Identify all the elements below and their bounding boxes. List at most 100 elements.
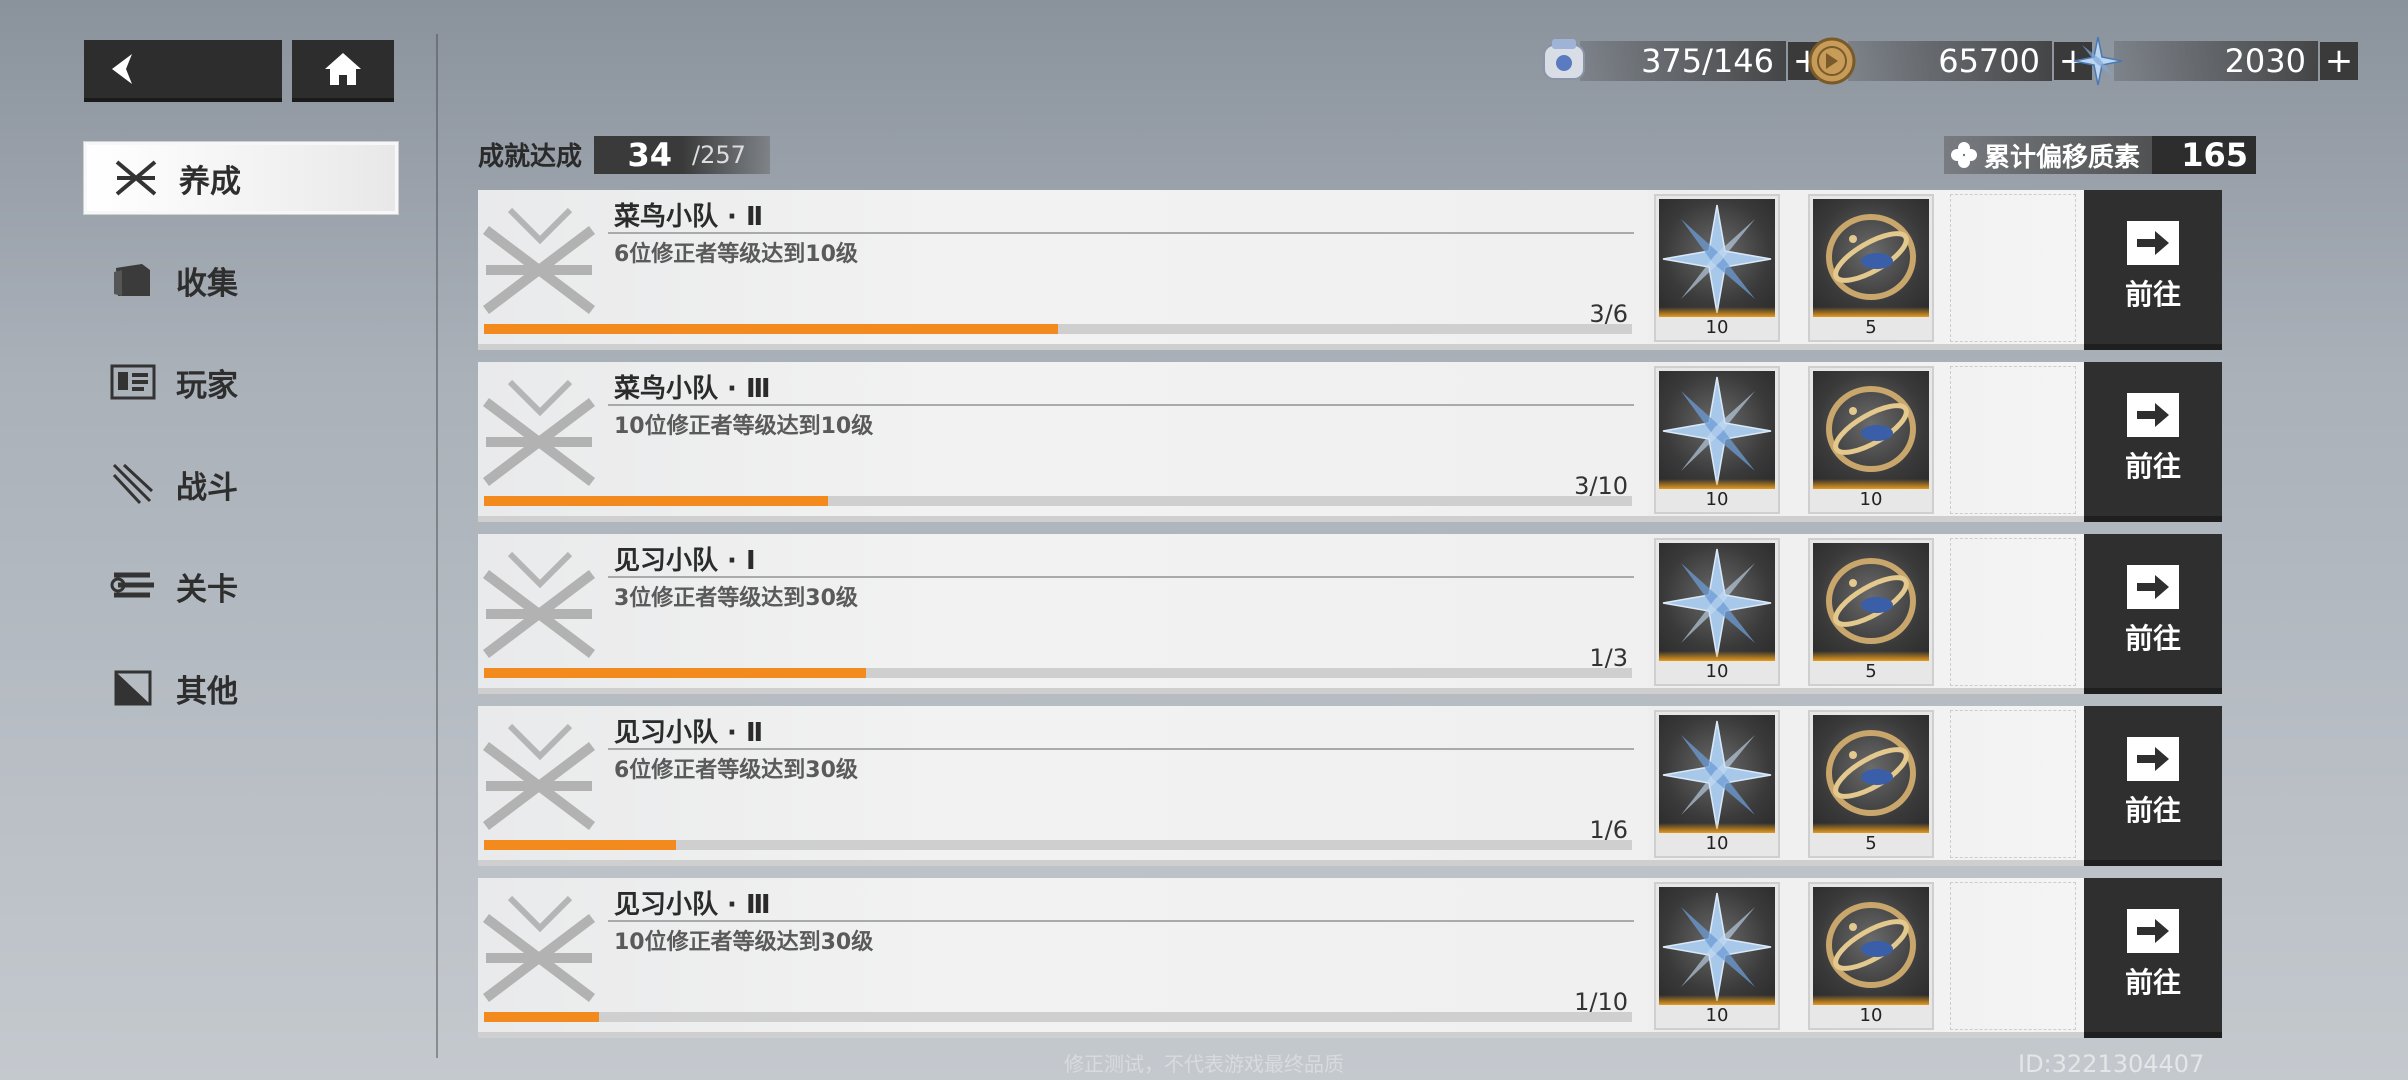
reward-ring[interactable]: 5 <box>1808 538 1934 686</box>
reward-list: 10 10 <box>1648 362 2084 522</box>
goto-button[interactable]: 前往 <box>2084 362 2222 522</box>
coin-value: 65700 <box>1848 41 2052 81</box>
achievement-row: 菜鸟小队 · Ⅱ 6位修正者等级达到10级 3/6 10 5 前往 <box>478 190 2254 350</box>
reward-ring[interactable]: 5 <box>1808 194 1934 342</box>
ring-artifact-icon <box>1813 887 1929 1005</box>
progress-bar <box>484 668 1632 678</box>
achievement-info: 见习小队 · Ⅲ 10位修正者等级达到30级 1/10 <box>478 878 1648 1038</box>
achievement-info: 见习小队 · Ⅰ 3位修正者等级达到30级 1/3 <box>478 534 1648 694</box>
reward-quantity: 10 <box>1705 833 1729 854</box>
reward-quantity: 10 <box>1705 1005 1729 1026</box>
title-divider <box>608 404 1634 406</box>
achievement-title: 菜鸟小队 · Ⅱ <box>614 202 764 232</box>
ring-artifact-icon <box>1813 543 1929 661</box>
sidebar-item-other[interactable]: 其他 <box>84 652 398 724</box>
reward-quantity: 5 <box>1865 833 1877 854</box>
currency-crystal: 2030 + <box>2072 36 2358 86</box>
reward-slot-empty <box>1950 710 2076 858</box>
reward-crystal[interactable]: 10 <box>1654 710 1780 858</box>
crystal-icon <box>1659 371 1775 489</box>
achievement-counter: 34 /257 <box>594 136 770 174</box>
ring-artifact-icon <box>1813 371 1929 489</box>
crystal-icon <box>1659 887 1775 1005</box>
achievement-row: 菜鸟小队 · Ⅲ 10位修正者等级达到10级 3/10 10 10 前往 <box>478 362 2254 522</box>
achievement-row: 见习小队 · Ⅲ 10位修正者等级达到30级 1/10 10 10 前往 <box>478 878 2254 1038</box>
reward-ring[interactable]: 10 <box>1808 366 1934 514</box>
sidebar-item-label: 收集 <box>176 265 238 302</box>
reward-quantity: 5 <box>1865 317 1877 338</box>
achievement-title: 见习小队 · Ⅱ <box>614 718 764 748</box>
progress-fill <box>484 668 867 678</box>
stack-icon <box>110 563 156 609</box>
reward-quantity: 5 <box>1865 661 1877 682</box>
title-divider <box>608 576 1634 578</box>
reward-quantity: 10 <box>1859 489 1883 510</box>
ring-artifact-icon <box>1813 715 1929 833</box>
reward-quantity: 10 <box>1705 317 1729 338</box>
sidebar-item-label: 关卡 <box>176 571 238 608</box>
achievement-description: 10位修正者等级达到10级 <box>614 414 874 439</box>
reward-list: 10 5 <box>1648 190 2084 350</box>
arrow-right-icon <box>2127 909 2179 953</box>
progress-bar <box>484 1012 1632 1022</box>
offset-quality-label: 累计偏移质素 <box>1984 142 2141 173</box>
goto-button[interactable]: 前往 <box>2084 190 2222 350</box>
reward-crystal[interactable]: 10 <box>1654 882 1780 1030</box>
achievement-title: 见习小队 · Ⅲ <box>614 890 771 920</box>
sidebar-item-label: 玩家 <box>176 367 238 404</box>
reward-slot-empty <box>1950 194 2076 342</box>
user-id: ID:3221304407 <box>2018 1050 2205 1078</box>
achievement-info: 菜鸟小队 · Ⅱ 6位修正者等级达到10级 3/6 <box>478 190 1648 350</box>
reward-list: 10 5 <box>1648 534 2084 694</box>
achievement-info: 见习小队 · Ⅱ 6位修正者等级达到30级 1/6 <box>478 706 1648 866</box>
add-crystal-button[interactable]: + <box>2320 41 2358 81</box>
crystal-icon <box>1659 199 1775 317</box>
achievement-row: 见习小队 · Ⅰ 3位修正者等级达到30级 1/3 10 5 前往 <box>478 534 2254 694</box>
sidebar-item-collect[interactable]: 收集 <box>84 244 398 316</box>
back-button[interactable] <box>84 40 282 102</box>
reward-quantity: 10 <box>1859 1005 1883 1026</box>
test-notice: 修正测试，不代表游戏最终品质 <box>1064 1052 1344 1076</box>
goto-button[interactable]: 前往 <box>2084 706 2222 866</box>
id-card-icon <box>110 359 156 405</box>
sidebar-item-stage[interactable]: 关卡 <box>84 550 398 622</box>
goto-button[interactable]: 前往 <box>2084 878 2222 1038</box>
home-icon <box>325 53 361 85</box>
reward-slot-empty <box>1950 538 2076 686</box>
sidebar-item-label: 养成 <box>179 163 241 200</box>
folder-icon <box>110 257 156 303</box>
achievement-total: /257 <box>692 141 746 169</box>
arrow-right-icon <box>2127 393 2179 437</box>
reward-list: 10 5 <box>1648 706 2084 866</box>
goto-label: 前往 <box>2124 794 2181 827</box>
home-button[interactable] <box>292 40 394 102</box>
sidebar-item-label: 战斗 <box>176 469 238 506</box>
sidebar-item-cultivate[interactable]: 养成 <box>84 142 398 214</box>
emblem-icon <box>482 895 596 1002</box>
cross-swords-icon <box>113 155 159 201</box>
reward-ring[interactable]: 10 <box>1808 882 1934 1030</box>
coin-icon <box>1808 37 1856 85</box>
progress-bar <box>484 324 1632 334</box>
reward-ring[interactable]: 5 <box>1808 710 1934 858</box>
reward-slot-empty <box>1950 882 2076 1030</box>
offset-quality-value: 165 <box>2152 136 2256 174</box>
reward-crystal[interactable]: 10 <box>1654 538 1780 686</box>
arrow-right-icon <box>2127 737 2179 781</box>
offset-quality-counter: 累计偏移质素 165 <box>1944 136 2256 174</box>
crystal-value: 2030 <box>2114 41 2318 81</box>
sidebar-divider <box>436 34 438 1058</box>
progress-fill <box>484 1012 599 1022</box>
emblem-icon <box>482 723 596 830</box>
reward-crystal[interactable]: 10 <box>1654 194 1780 342</box>
progress-bar <box>484 840 1632 850</box>
emblem-icon <box>482 207 596 314</box>
sidebar-item-battle[interactable]: 战斗 <box>84 448 398 520</box>
crystal-icon <box>1659 715 1775 833</box>
sidebar-item-player[interactable]: 玩家 <box>84 346 398 418</box>
title-divider <box>608 920 1634 922</box>
reward-crystal[interactable]: 10 <box>1654 366 1780 514</box>
goto-button[interactable]: 前往 <box>2084 534 2222 694</box>
arrow-right-icon <box>2127 565 2179 609</box>
goto-label: 前往 <box>2124 450 2181 483</box>
